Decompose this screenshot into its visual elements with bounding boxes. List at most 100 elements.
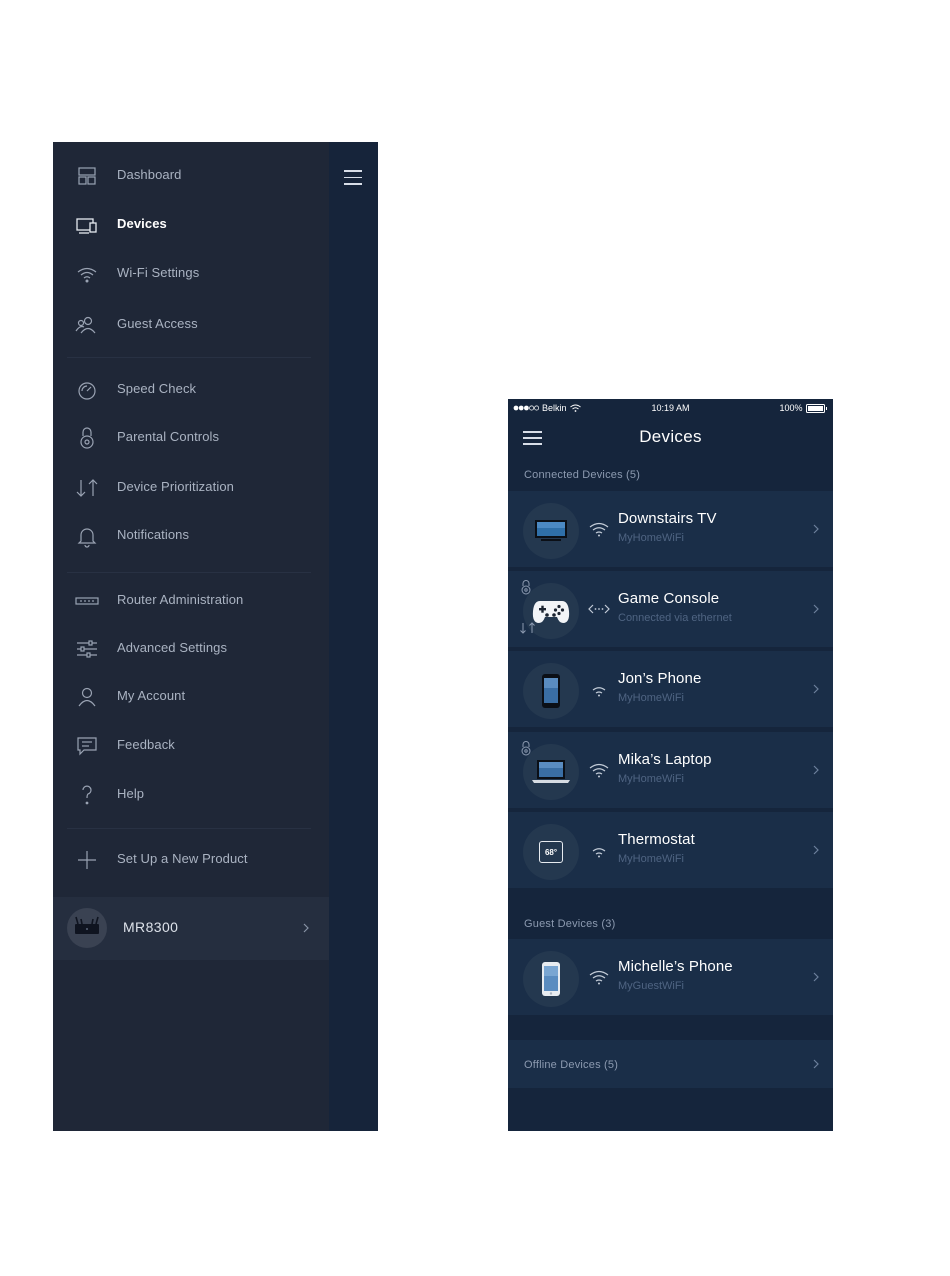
connected-devices-header: Connected Devices (5) <box>524 469 641 481</box>
menu-label: Advanced Settings <box>117 640 228 655</box>
menu-label: My Account <box>117 688 186 703</box>
device-network: MyHomeWiFi <box>618 773 684 785</box>
chevron-right-icon <box>813 524 819 534</box>
device-name: Downstairs TV <box>618 510 717 527</box>
router-device-icon <box>75 916 99 934</box>
menu-label: Guest Access <box>117 316 198 331</box>
wifi-icon <box>75 262 99 286</box>
router-name: MR8300 <box>123 919 179 935</box>
offline-devices-row[interactable]: Offline Devices (5) <box>508 1040 833 1088</box>
device-network: MyHomeWiFi <box>618 692 684 704</box>
menu-item-help[interactable]: Help <box>53 773 329 817</box>
menu-label: Router Administration <box>117 592 244 607</box>
menu-item-advanced-settings[interactable]: Advanced Settings <box>53 627 329 671</box>
device-row[interactable]: Jon’s Phone MyHomeWiFi <box>508 651 833 727</box>
dashboard-icon <box>75 164 99 188</box>
battery-icon <box>805 403 825 413</box>
device-row[interactable]: 68° Thermostat MyHomeWiFi <box>508 812 833 888</box>
bell-icon <box>75 524 99 548</box>
account-icon <box>75 685 99 709</box>
device-row[interactable]: Michelle’s Phone MyGuestWiFi <box>508 939 833 1015</box>
hamburger-menu-icon[interactable] <box>344 170 362 186</box>
menu-item-notifications[interactable]: Notifications <box>53 514 329 558</box>
device-name: Jon’s Phone <box>618 670 702 687</box>
menu-label: Dashboard <box>117 167 182 182</box>
wifi-icon <box>592 848 606 858</box>
speed-check-icon <box>75 378 99 402</box>
offline-devices-label: Offline Devices (5) <box>524 1059 619 1071</box>
menu-label: Device Prioritization <box>117 479 234 494</box>
menu-label: Parental Controls <box>117 429 220 444</box>
menu-divider <box>67 828 311 829</box>
parental-controls-icon <box>75 426 99 450</box>
menu-divider <box>67 572 311 573</box>
menu-label: Speed Check <box>117 381 197 396</box>
device-network: MyHomeWiFi <box>618 532 684 544</box>
device-prioritization-icon <box>75 476 99 500</box>
guest-access-icon <box>75 313 99 337</box>
device-row[interactable]: Mika’s Laptop MyHomeWiFi <box>508 732 833 808</box>
sliders-icon <box>75 637 99 661</box>
menu-item-dashboard[interactable]: Dashboard <box>53 154 329 198</box>
router-icon <box>75 589 99 613</box>
gamepad-icon <box>532 601 570 623</box>
menu-label: Feedback <box>117 737 175 752</box>
router-row[interactable]: MR8300 <box>53 897 329 960</box>
menu-item-parental-controls[interactable]: Parental Controls <box>53 416 329 460</box>
devices-icon <box>75 213 99 237</box>
device-avatar <box>523 951 579 1007</box>
menu-label: Devices <box>117 216 167 231</box>
help-icon <box>75 783 99 807</box>
device-name: Thermostat <box>618 831 695 848</box>
device-row[interactable]: Downstairs TV MyHomeWiFi <box>508 491 833 567</box>
menu-item-speed-check[interactable]: Speed Check <box>53 368 329 412</box>
device-name: Mika’s Laptop <box>618 751 712 768</box>
device-network: MyHomeWiFi <box>618 853 684 865</box>
menu-label: Help <box>117 786 145 801</box>
device-avatar: 68° <box>523 824 579 880</box>
wifi-icon <box>589 522 609 537</box>
menu-item-guest-access[interactable]: Guest Access <box>53 303 329 347</box>
menu-item-router-administration[interactable]: Router Administration <box>53 579 329 623</box>
thermostat-display: 68° <box>544 847 558 857</box>
status-bar-right: 100% <box>779 403 827 413</box>
chevron-right-icon <box>813 684 819 694</box>
status-bar: Belkin 10:19 AM 100% <box>508 399 833 419</box>
menu-label: Notifications <box>117 527 190 542</box>
tv-icon <box>535 520 567 541</box>
device-name: Game Console <box>618 590 720 607</box>
device-row[interactable]: Game Console Connected via ethernet <box>508 571 833 647</box>
menu-item-devices[interactable]: Devices <box>53 203 329 247</box>
device-network: MyGuestWiFi <box>618 980 684 992</box>
page-title: Devices <box>639 427 702 446</box>
chevron-right-icon <box>813 845 819 855</box>
menu-item-wifi-settings[interactable]: Wi-Fi Settings <box>53 252 329 296</box>
chevron-right-icon <box>813 1059 819 1069</box>
menu-item-set-up-new-product[interactable]: Set Up a New Product <box>53 838 329 882</box>
device-network: Connected via ethernet <box>618 612 732 624</box>
chevron-right-icon <box>813 604 819 614</box>
wifi-icon <box>592 687 606 697</box>
device-name: Michelle’s Phone <box>618 958 733 975</box>
phone-icon <box>542 962 560 996</box>
feedback-icon <box>75 734 99 758</box>
wifi-icon <box>589 970 609 985</box>
chevron-right-icon <box>813 765 819 775</box>
wifi-icon <box>589 763 609 778</box>
plus-icon <box>75 848 99 872</box>
device-prioritization-icon <box>520 622 535 634</box>
menu-item-device-prioritization[interactable]: Device Prioritization <box>53 466 329 510</box>
phone-icon <box>542 674 560 708</box>
menu-divider <box>67 357 311 358</box>
device-avatar <box>523 503 579 559</box>
menu-overlay-strip[interactable] <box>329 142 378 1131</box>
battery-percent: 100% <box>779 403 803 413</box>
device-avatar <box>523 744 579 800</box>
laptop-icon <box>532 760 570 783</box>
menu-screen: Dashboard Devices Wi-Fi Settings Guest A… <box>53 142 378 1131</box>
menu-item-feedback[interactable]: Feedback <box>53 724 329 768</box>
thermostat-icon: 68° <box>539 841 563 863</box>
menu-label: Set Up a New Product <box>117 851 248 866</box>
chevron-right-icon <box>303 923 309 933</box>
menu-item-my-account[interactable]: My Account <box>53 675 329 719</box>
